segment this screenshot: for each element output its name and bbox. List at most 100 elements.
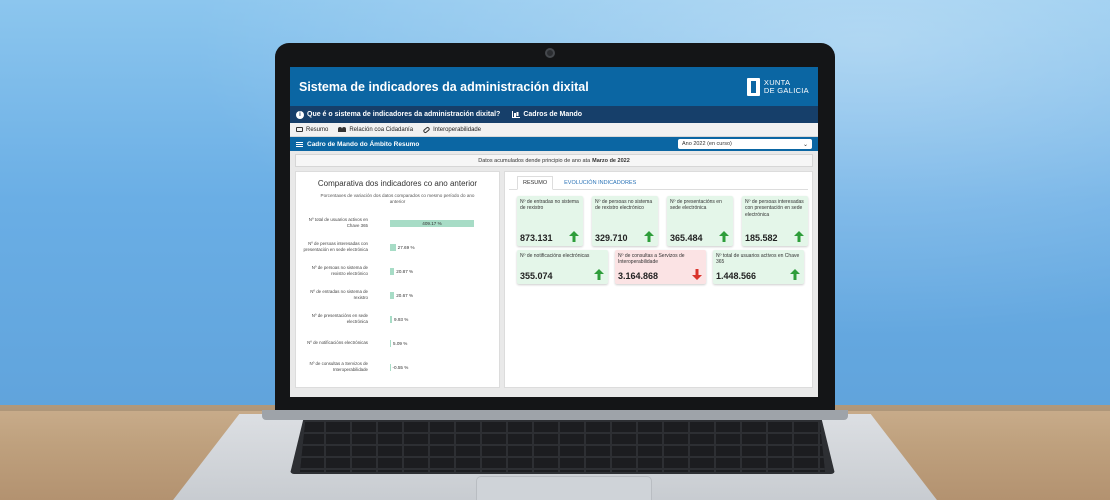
comparison-row: Nº de persoas interesadas con presentaci… (300, 235, 495, 259)
kpi-label: Nº de presentacións en sede electrónica (670, 199, 722, 212)
dashboard-content: Datos acumulados dende principio de ano … (290, 151, 818, 397)
summary-panel: RESUMO EVOLUCIÓN INDICADORES Nº de entra… (504, 171, 813, 388)
tab-evolucion[interactable]: EVOLUCIÓN INDICADORES (559, 180, 641, 189)
arrow-up-icon (569, 231, 579, 242)
keyboard-rows (300, 422, 825, 472)
comparison-bar-track: 9.93 % (372, 314, 495, 324)
arrow-up-icon (790, 269, 800, 280)
sub-nav: Resumo Relación coa Cidadanía Interopera… (290, 123, 818, 137)
comparison-row-label: Nº de persoas interesadas con presentaci… (303, 241, 368, 252)
comparison-bar-value: 5.09 % (393, 341, 408, 346)
comparison-bar-track: 5.09 % (372, 338, 495, 348)
comparison-bar (390, 268, 395, 275)
kpi-label: Nº de notificacións electrónicas (520, 253, 590, 259)
comparison-bar-track: 27.69 % (372, 242, 495, 252)
year-select-value: Ano 2022 (en curso) (682, 141, 732, 147)
kpi-label: Nº de consultas a Servizos de Interopera… (618, 253, 685, 266)
kpi-value: 329.710 (595, 233, 628, 243)
nav-item-dashboards-label: Cadros de Mando (523, 111, 583, 118)
comparison-bar-value: 27.69 % (397, 245, 415, 250)
kpi-row-2: Nº de notificacións electrónicas 355.074 N… (509, 250, 808, 284)
kpi-value: 185.582 (745, 233, 778, 243)
nav-item-info-label: Que é o sistema de indicadores da admini… (307, 111, 501, 118)
tab-relacion-cidadania[interactable]: Relación coa Cidadanía (338, 127, 413, 133)
comparison-row-label: Nº de persoas no sistema de rexistro ele… (311, 265, 368, 276)
comparison-row-label: Nº de presentacións en sede electrónica (311, 313, 368, 324)
comparison-bar-track: 20.87 % (372, 266, 495, 276)
webcam-icon (545, 48, 555, 58)
comparison-row-label: Nº total de usuarios activos en Chave 36… (308, 217, 368, 228)
tab-interoperabilidade[interactable]: Interoperabilidade (422, 125, 482, 134)
kpi-label: Nº de entradas no sistema de rexistro (520, 199, 579, 212)
kpi-label: Nº de persoas no sistema de rexistro ele… (595, 199, 653, 212)
kpi-card[interactable]: Nº total de usuarios activos en Chave 36… (713, 250, 804, 284)
xunta-emblem-icon (746, 77, 760, 96)
users-icon (338, 127, 347, 132)
kpi-value: 355.074 (520, 271, 553, 281)
app-header: Sistema de indicadores da administración… (290, 67, 818, 106)
info-strip: Datos acumulados dende principio de ano … (295, 154, 813, 167)
comparison-row-label: Nº de consultas a Servizos de Interopera… (309, 361, 368, 372)
comparison-row: Nº de presentacións en sede electrónica 9… (300, 307, 495, 331)
kpi-card[interactable]: Nº de entradas no sistema de rexistro 873… (517, 196, 583, 246)
year-select[interactable]: Ano 2022 (en curso) ⌄ (678, 139, 812, 149)
kpi-value: 365.484 (670, 233, 703, 243)
arrow-up-icon (594, 269, 604, 280)
laptop-screen: Sistema de indicadores da administración… (290, 67, 818, 397)
comparison-bar-value: 20.67 % (396, 293, 414, 298)
logo-line-2: DE GALICIA (763, 85, 809, 95)
xunta-logo[interactable]: XUNTA DE GALICIA (746, 77, 809, 96)
kpi-row-1: Nº de entradas no sistema de rexistro 873… (509, 196, 808, 246)
comparison-row-label: Nº de notificacións electrónicas (307, 340, 368, 346)
logo-text: XUNTA DE GALICIA (763, 78, 809, 95)
comparison-bar-track: 409.17 % (372, 218, 495, 228)
arrow-up-icon (644, 231, 654, 242)
dashboard-title: Cadro de Mando do Ámbito Resumo (307, 140, 420, 148)
tab-interop-label: Interoperabilidade (433, 126, 482, 133)
kpi-card[interactable]: Nº de notificacións electrónicas 355.074 (517, 250, 608, 284)
dashboard-menu[interactable]: Cadro de Mando do Ámbito Resumo (296, 141, 419, 148)
hamburger-menu-icon (296, 141, 303, 147)
arrow-down-icon (692, 269, 702, 280)
kpi-label: Nº de persoas interesadas con presentaci… (745, 199, 804, 218)
kpi-value: 3.164.868 (618, 271, 659, 281)
tab-relacion-label: Relación coa Cidadanía (349, 126, 414, 133)
comparison-bar-track: -0.55 % (372, 362, 495, 372)
comparison-title: Comparativa dos indicadores co ano anter… (317, 179, 478, 188)
comparison-bar-value: 409.17 % (422, 221, 442, 226)
summary-tabs: RESUMO EVOLUCIÓN INDICADORES (509, 176, 808, 190)
bar-chart-icon (512, 111, 521, 118)
comparison-bar (390, 244, 396, 251)
info-text: Datos acumulados dende principio de ano … (478, 157, 591, 164)
comparison-row: Nº de consultas a Servizos de Interopera… (300, 355, 495, 379)
kpi-label: Nº total de usuarios activos en Chave 36… (716, 253, 800, 266)
kpi-card[interactable]: Nº de persoas interesadas con presentaci… (742, 196, 808, 246)
comparison-bar (390, 340, 392, 347)
comparison-bar (390, 316, 393, 323)
kpi-value: 1.448.566 (716, 271, 757, 281)
comparison-row: Nº de entradas no sistema de rexistro 20.… (300, 283, 495, 307)
tab-resumo-label: Resumo (306, 126, 329, 133)
link-icon (422, 125, 431, 134)
arrow-up-icon (719, 231, 729, 242)
panels: Comparativa dos indicadores co ano anter… (295, 171, 813, 388)
comparison-row: Nº total de usuarios activos en Chave 36… (300, 211, 495, 235)
comparison-panel: Comparativa dos indicadores co ano anter… (295, 171, 500, 388)
tab-resumo[interactable]: Resumo (296, 127, 328, 133)
comparison-bar (390, 364, 391, 371)
kpi-card[interactable]: Nº de consultas a Servizos de Interopera… (615, 250, 706, 284)
comparison-chart: Nº total de usuarios activos en Chave 36… (300, 211, 495, 379)
info-period: Marzo de 2022 (592, 157, 630, 164)
dashboard-bar: Cadro de Mando do Ámbito Resumo Ano 2022… (290, 137, 818, 151)
comparison-subtitle: Porcentaxes de variación dos datos compa… (320, 193, 475, 204)
comparison-bar (390, 292, 395, 299)
trackpad (476, 476, 652, 500)
nav-item-info[interactable]: i Que é o sistema de indicadores da admi… (296, 110, 501, 119)
kpi-card[interactable]: Nº de persoas no sistema de rexistro ele… (592, 196, 658, 246)
main-nav: i Que é o sistema de indicadores da admi… (290, 106, 818, 123)
nav-item-dashboards[interactable]: Cadros de Mando (512, 111, 582, 118)
comparison-row: Nº de notificacións electrónicas 5.09 % (300, 331, 495, 355)
chevron-down-icon: ⌄ (802, 141, 808, 148)
tab-resumo-summary[interactable]: RESUMO (517, 176, 554, 190)
kpi-card[interactable]: Nº de presentacións en sede electrónica 3… (667, 196, 733, 246)
